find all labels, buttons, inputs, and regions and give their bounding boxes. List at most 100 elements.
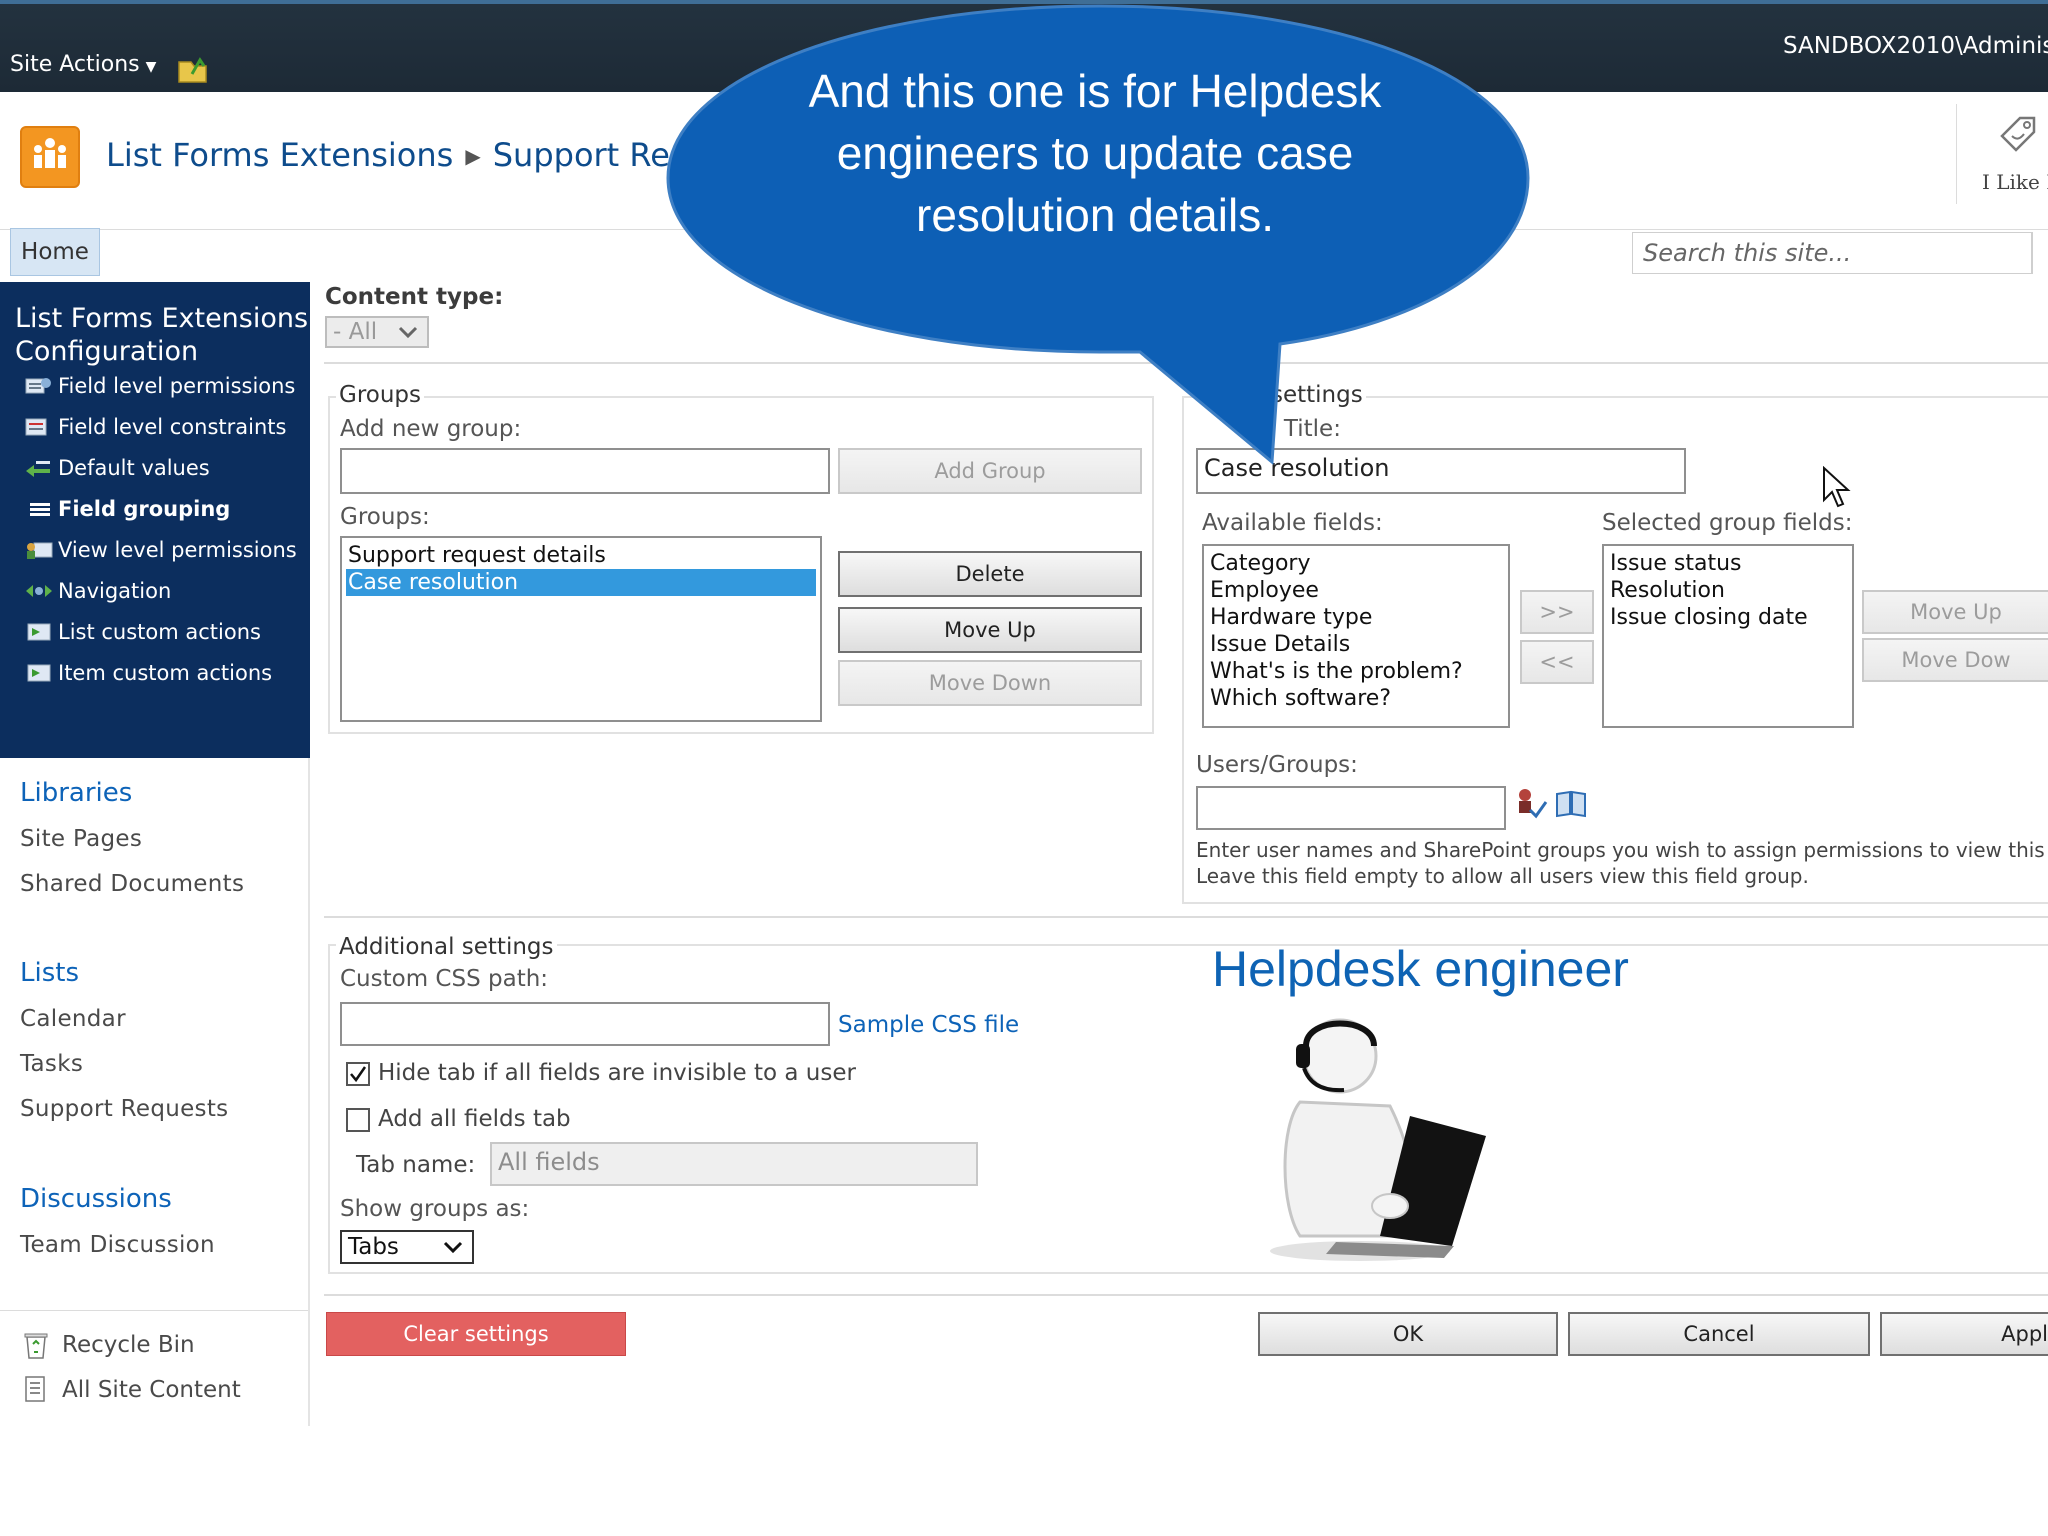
hide-tab-checkbox[interactable] [346,1062,370,1086]
all-site-content-label: All Site Content [62,1377,241,1403]
navigation-icon [26,585,52,597]
sidebar-item-item-custom-actions[interactable]: Item custom actions [24,661,272,685]
selected-fields-label: Selected group fields: [1602,510,1853,536]
available-fields-label: Available fields: [1202,510,1383,536]
navigate-up-icon[interactable] [176,54,210,84]
nav-link-site-pages[interactable]: Site Pages [20,826,142,852]
lists-heading[interactable]: Lists [20,958,79,988]
recycle-bin-label: Recycle Bin [62,1332,195,1358]
configuration-title: List Forms Extensions Configuration [15,303,309,367]
list-item[interactable]: What's is the problem? [1208,658,1504,685]
divider [324,916,2048,918]
add-all-fields-checkbox[interactable] [346,1108,370,1132]
sidebar-item-label: Field level permissions [58,374,296,398]
user-menu[interactable]: SANDBOX2010\Adminis [1783,33,2048,59]
groups-listbox[interactable]: Support request details Case resolution [340,536,822,722]
remove-field-button[interactable]: << [1520,640,1594,684]
site-logo[interactable] [20,126,80,188]
constraints-icon [25,418,47,436]
sidebar-item-label: Navigation [58,579,172,603]
item-actions-icon [27,664,51,682]
list-item-selected[interactable]: Case resolution [346,569,816,596]
view-permissions-icon [27,542,53,559]
show-groups-label: Show groups as: [340,1196,530,1222]
default-values-icon [26,461,50,477]
groups-list-label: Groups: [340,504,430,530]
additional-settings-fieldset [328,944,2048,1274]
discussions-heading[interactable]: Discussions [20,1184,172,1214]
list-item[interactable]: Issue status [1608,550,1848,577]
mouse-cursor-icon [1823,466,1851,508]
address-book-icon[interactable] [1554,786,1588,820]
list-item[interactable]: Which software? [1208,685,1504,712]
users-groups-label: Users/Groups: [1196,752,1358,778]
helpdesk-engineer-illustration [1270,1018,1486,1261]
content-type-value: - All [333,319,378,345]
all-site-content-link[interactable]: All Site Content [22,1375,241,1405]
move-down-button[interactable]: Move Down [838,660,1142,706]
divider [324,1294,2048,1296]
sidebar-item-field-grouping[interactable]: Field grouping [24,497,230,521]
add-field-button[interactable]: >> [1520,590,1594,634]
sidebar-border [308,758,310,1426]
nav-link-shared-documents[interactable]: Shared Documents [20,871,244,897]
sidebar-item-label: View level permissions [58,538,297,562]
cancel-button[interactable]: Cancel [1568,1312,1870,1356]
nav-link-calendar[interactable]: Calendar [20,1006,126,1032]
show-groups-select[interactable]: Tabs [340,1230,474,1264]
delete-group-button[interactable]: Delete [838,551,1142,597]
list-actions-icon [27,623,51,641]
recycle-bin-link[interactable]: Recycle Bin [22,1330,195,1360]
nav-link-support-requests[interactable]: Support Requests [20,1096,228,1122]
site-content-icon [25,1376,45,1402]
sidebar-item-navigation[interactable]: Navigation [24,579,171,603]
sidebar-item-field-level-constraints[interactable]: Field level constraints [24,415,286,439]
site-logo-icon [34,138,66,168]
list-item[interactable]: Support request details [346,542,816,569]
list-item[interactable]: Hardware type [1208,604,1504,631]
recycle-bin-icon [24,1333,48,1359]
nav-link-tasks[interactable]: Tasks [20,1051,83,1077]
nav-link-team-discussion[interactable]: Team Discussion [20,1232,215,1258]
sidebar-item-default-values[interactable]: Default values [24,456,210,480]
sidebar-item-view-level-permissions[interactable]: View level permissions [24,538,297,562]
search-icon[interactable] [2032,232,2048,274]
available-fields-listbox[interactable]: Category Employee Hardware type Issue Detai… [1202,544,1510,728]
check-names-icon[interactable] [1514,786,1548,820]
site-actions-menu[interactable]: Site Actions ▼ [10,52,156,77]
sidebar-item-field-level-permissions[interactable]: Field level permissions [24,374,295,398]
sidebar-item-label: Item custom actions [58,661,273,685]
selected-fields-listbox[interactable]: Issue status Resolution Issue closing date [1602,544,1854,728]
libraries-heading[interactable]: Libraries [20,778,132,808]
list-item[interactable]: Issue closing date [1608,604,1848,631]
field-move-up-button[interactable]: Move Up [1862,590,2048,634]
sample-css-link[interactable]: Sample CSS file [838,1012,1019,1038]
list-item[interactable]: Resolution [1608,577,1848,604]
tag-icon[interactable] [1994,110,2042,158]
additional-settings-title: Additional settings [336,934,557,960]
clear-settings-button[interactable]: Clear settings [326,1312,626,1356]
chevron-down-icon: ▼ [145,59,157,75]
search-input[interactable]: Search this site... [1632,232,2032,274]
list-item[interactable]: Issue Details [1208,631,1504,658]
move-up-button[interactable]: Move Up [838,607,1142,653]
breadcrumb-separator-icon: ▶ [465,144,481,168]
breadcrumb-site[interactable]: List Forms Extensions [106,136,453,174]
divider [0,1310,310,1311]
apply-button[interactable]: Appl [1880,1312,2048,1356]
custom-css-input[interactable] [340,1002,830,1046]
tab-name-input[interactable]: All fields [490,1142,978,1186]
users-groups-input[interactable] [1196,786,1506,830]
users-help-line-1: Enter user names and SharePoint groups y… [1196,838,2048,862]
list-item[interactable]: Category [1208,550,1504,577]
list-item[interactable]: Employee [1208,577,1504,604]
add-all-fields-label: Add all fields tab [378,1106,571,1132]
chevron-down-icon [443,1241,463,1254]
tab-home[interactable]: Home [10,228,100,276]
sidebar-item-list-custom-actions[interactable]: List custom actions [24,620,261,644]
breadcrumb: List Forms Extensions ▶ Support Requ [106,136,710,174]
site-actions-label: Site Actions [10,52,140,77]
ok-button[interactable]: OK [1258,1312,1558,1356]
content-type-select[interactable]: - All [325,316,429,348]
field-move-down-button[interactable]: Move Dow [1862,638,2048,682]
